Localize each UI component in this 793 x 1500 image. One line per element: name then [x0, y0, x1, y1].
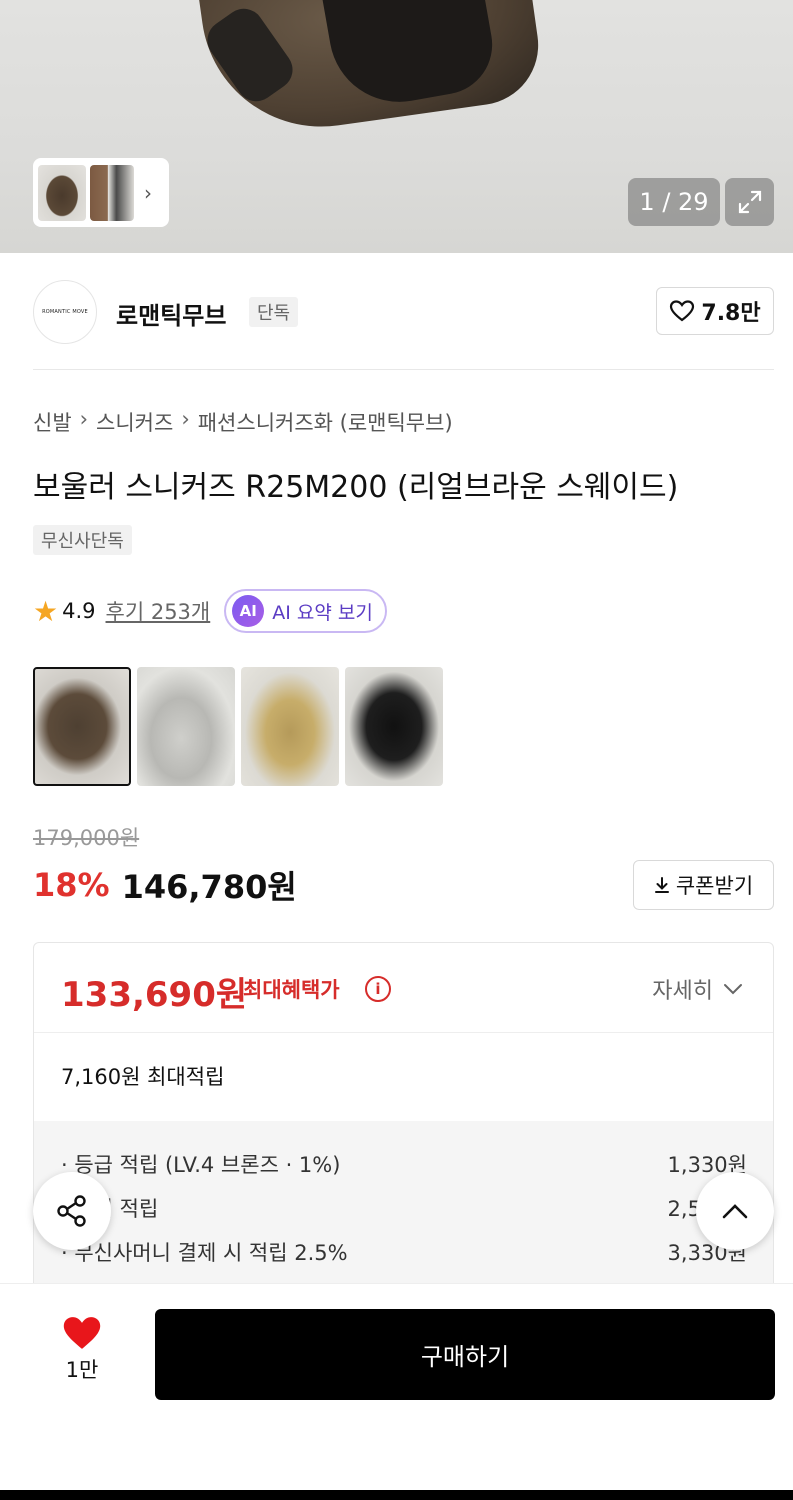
- brand-logo[interactable]: ROMANTIC MOVE: [33, 280, 97, 344]
- breadcrumb: 신발 › 스니커즈 › 패션스니커즈화 (로맨틱무브): [33, 407, 453, 437]
- max-benefit-panel: 133,690원 최대혜택가 i 자세히 7,160원 최대적립 · 등급 적립…: [33, 942, 774, 1302]
- expand-icon: [738, 190, 761, 214]
- color-variant-list: [33, 667, 443, 786]
- discount-rate: 18%: [33, 866, 110, 904]
- variant-thumbnail-black[interactable]: [345, 667, 443, 786]
- share-icon: [57, 1195, 86, 1227]
- chevron-up-icon: [722, 1204, 748, 1219]
- max-benefit-label: 최대혜택가: [243, 978, 340, 1002]
- max-points-summary: 7,160원 최대적립: [61, 1065, 225, 1089]
- chevron-right-icon: ›: [181, 407, 190, 431]
- musinsa-exclusive-badge: 무신사단독: [33, 525, 132, 555]
- points-row-label: · 무신사머니 결제 시 적립 2.5%: [61, 1241, 348, 1265]
- original-price: 179,000원: [33, 826, 140, 850]
- ai-summary-label: AI 요약 보기: [272, 601, 373, 624]
- price-row: 18% 146,780원: [33, 862, 297, 908]
- system-bottom-bar: [0, 1490, 793, 1500]
- breadcrumb-item[interactable]: 스니커즈: [96, 407, 173, 437]
- download-icon: [654, 877, 669, 893]
- heart-filled-icon: [63, 1317, 101, 1349]
- share-button[interactable]: [33, 1172, 111, 1250]
- buy-button[interactable]: 구매하기: [155, 1309, 775, 1400]
- image-counter: 1 / 29: [628, 178, 720, 226]
- coupon-label: 쿠폰받기: [675, 874, 754, 898]
- star-icon: ★: [33, 594, 59, 628]
- ai-summary-button[interactable]: AI AI 요약 보기: [224, 589, 387, 633]
- sale-price: 146,780원: [121, 868, 297, 906]
- heart-outline-icon: [670, 300, 695, 322]
- max-benefit-header[interactable]: 133,690원 최대혜택가 i 자세히: [34, 943, 773, 1033]
- wishlist-count: 1만: [65, 1358, 99, 1382]
- brand-row: ROMANTIC MOVE 로맨틱무브 단독 7.8만: [33, 280, 774, 344]
- detail-toggle-button[interactable]: 자세히: [652, 973, 743, 1005]
- points-row: · 후기 적립 2,500원: [61, 1193, 747, 1223]
- related-thumbnail: [90, 164, 134, 221]
- variant-thumbnail-beige[interactable]: [241, 667, 339, 786]
- points-row: · 등급 적립 (LV.4 브론즈 · 1%) 1,330원: [61, 1149, 747, 1179]
- brand-exclusive-badge: 단독: [249, 297, 299, 327]
- variant-thumbnail-white[interactable]: [137, 667, 235, 786]
- rating-value: 4.9: [62, 599, 96, 623]
- coupon-download-button[interactable]: 쿠폰받기: [633, 860, 774, 910]
- related-thumbnail: [38, 164, 86, 221]
- ai-icon: AI: [232, 595, 265, 627]
- product-hero-image[interactable]: › 1 / 29: [0, 0, 793, 253]
- rating-row: ★ 4.9 후기 253개 AI AI 요약 보기: [33, 588, 387, 634]
- max-benefit-price: 133,690원: [61, 975, 248, 1015]
- points-row: · 무신사머니 결제 시 적립 2.5% 3,330원: [61, 1237, 747, 1267]
- divider: [33, 369, 774, 370]
- points-breakdown: · 등급 적립 (LV.4 브론즈 · 1%) 1,330원 · 후기 적립 2…: [34, 1121, 773, 1301]
- brand-logo-text: ROMANTIC MOVE: [42, 309, 88, 315]
- brand-like-count: 7.8만: [701, 301, 761, 326]
- bottom-purchase-bar: 1만 구매하기: [0, 1283, 793, 1490]
- points-row-label: · 등급 적립 (LV.4 브론즈 · 1%): [61, 1153, 341, 1177]
- variant-thumbnail-brown-suede[interactable]: [33, 667, 131, 786]
- breadcrumb-item[interactable]: 패션스니커즈화 (로맨틱무브): [198, 407, 453, 437]
- breadcrumb-item[interactable]: 신발: [33, 407, 72, 437]
- info-icon[interactable]: i: [365, 976, 391, 1002]
- brand-like-button[interactable]: 7.8만: [656, 287, 774, 335]
- related-thumbnail-strip[interactable]: ›: [33, 158, 169, 227]
- chevron-down-icon: [724, 984, 742, 995]
- chevron-right-icon: ›: [79, 407, 89, 431]
- product-title: 보울러 스니커즈 R25M200 (리얼브라운 스웨이드): [33, 470, 679, 505]
- expand-button[interactable]: [725, 178, 774, 226]
- brand-name[interactable]: 로맨틱무브: [116, 296, 226, 331]
- scroll-to-top-button[interactable]: [696, 1172, 774, 1250]
- wishlist-button[interactable]: 1만: [50, 1314, 114, 1384]
- detail-toggle-label: 자세히: [652, 979, 713, 1004]
- review-link[interactable]: 후기 253개: [106, 596, 211, 626]
- chevron-right-icon: ›: [144, 180, 152, 205]
